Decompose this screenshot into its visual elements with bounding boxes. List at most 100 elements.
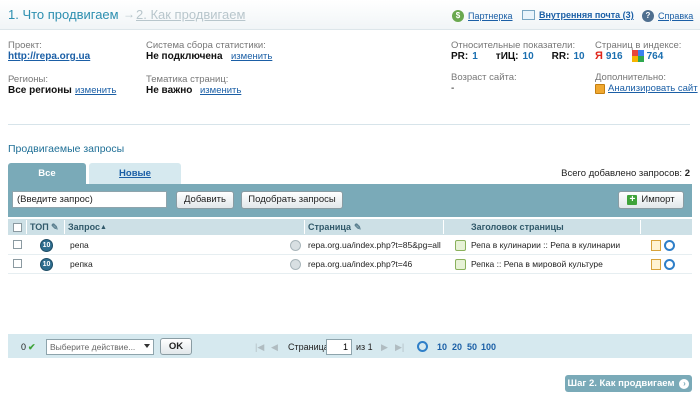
check-icon [455, 259, 466, 270]
extra-label: Дополнительно: [595, 72, 667, 83]
refresh-icon[interactable] [664, 259, 675, 270]
pr-label: PR: [451, 51, 469, 62]
first-page-icon[interactable]: |◀ [255, 342, 264, 353]
stats-value: Не подключена [146, 51, 223, 62]
section-title: Продвигаемые запросы [8, 143, 125, 155]
top-badge: 10 [40, 239, 53, 252]
analyze-link-group[interactable]: Анализировать сайт [595, 83, 698, 94]
row-checkbox[interactable] [13, 240, 22, 249]
globe-icon[interactable] [290, 240, 301, 251]
query-cell: репа [70, 240, 89, 250]
step-arrow-icon: → [123, 7, 135, 21]
column-separator [64, 220, 65, 234]
topic-change-link[interactable]: изменить [200, 85, 241, 96]
add-button[interactable]: Добавить [176, 191, 234, 209]
google-value: 764 [646, 50, 664, 62]
th-top[interactable]: ТОП [30, 222, 49, 232]
help-link[interactable]: Справка [658, 11, 693, 21]
next-step-label: Шаг 2. Как продвигаем [567, 378, 675, 389]
column-separator [443, 220, 444, 234]
total-value: 2 [684, 168, 690, 179]
check-icon: ✔ [28, 342, 36, 352]
help-icon: ? [642, 10, 654, 22]
yandex-value: 916 [605, 50, 623, 62]
pencil-icon[interactable]: ✎ [51, 222, 59, 233]
tic-label: тИЦ: [495, 51, 519, 62]
check-icon [455, 240, 466, 251]
page-size-option[interactable]: 20 [452, 342, 462, 352]
stats-change-link[interactable]: изменить [231, 51, 272, 62]
help-link-group[interactable]: ? Справка [642, 10, 693, 22]
column-separator [26, 220, 27, 234]
th-page[interactable]: Страница [308, 222, 351, 232]
top-badge: 10 [40, 258, 53, 271]
page-cell: repa.org.ua/index.php?t=85&pg=all [308, 240, 441, 250]
selected-count: 0 [21, 342, 27, 352]
regions-label: Регионы: [8, 74, 48, 85]
action-select[interactable]: Выберите действие... [46, 339, 154, 355]
next-page-icon[interactable]: ▶ [381, 342, 388, 353]
title-cell: Репка :: Репа в мировой культуре [471, 259, 603, 269]
stats-label: Система сбора статистики: [146, 40, 266, 51]
tab-new-queries[interactable]: Новые запросы [89, 163, 181, 200]
tab-all-queries[interactable]: Все запросы [8, 163, 86, 200]
arrow-right-icon: › [679, 378, 690, 389]
page-label: Страница [288, 342, 329, 352]
dollar-icon: $ [452, 10, 464, 22]
topic-value: Не важно [146, 85, 193, 96]
pr-value: 1 [472, 51, 478, 62]
th-title: Заголовок страницы [471, 222, 564, 232]
total-label: Всего добавлено запросов: [561, 168, 683, 179]
refresh-icon[interactable] [417, 341, 428, 352]
age-value: - [451, 83, 455, 94]
index-values: Я 916 764 [595, 50, 663, 62]
column-separator [304, 220, 305, 234]
analyze-icon [595, 83, 605, 94]
sort-asc-icon: ▲ [100, 224, 107, 231]
row-checkbox[interactable] [13, 259, 22, 268]
query-input[interactable] [12, 191, 167, 208]
report-icon[interactable] [651, 240, 661, 251]
th-query[interactable]: Запрос [68, 222, 100, 232]
pencil-icon[interactable]: ✎ [354, 222, 362, 233]
rr-value: 10 [573, 51, 585, 62]
query-cell: репка [70, 259, 93, 269]
page-size-option[interactable]: 10 [437, 342, 447, 352]
plus-icon: + [627, 195, 638, 205]
page-cell: repa.org.ua/index.php?t=46 [308, 259, 413, 269]
import-label: Импорт [641, 194, 675, 205]
prev-page-icon[interactable]: ◀ [271, 342, 278, 353]
project-url[interactable]: http://repa.org.ua [8, 51, 90, 62]
mail-icon [522, 10, 535, 20]
next-step-button[interactable]: Шаг 2. Как продвигаем › [565, 375, 692, 392]
topic-label: Тематика страниц: [146, 74, 229, 85]
title-cell: Репа в кулинарии :: Репа в кулинарии [471, 240, 621, 250]
google-icon [631, 50, 644, 62]
page-size-option[interactable]: 100 [481, 342, 496, 352]
step-1-title: 1. Что продвигаем [8, 7, 119, 22]
step-2-link[interactable]: 2. Как продвигаем [136, 7, 245, 22]
mail-link-group[interactable]: Внутренняя почта (3) [522, 10, 634, 20]
select-all-checkbox[interactable] [13, 223, 22, 232]
yandex-icon: Я [595, 50, 603, 62]
pick-queries-button[interactable]: Подобрать запросы [241, 191, 343, 209]
relative-label: Относительные показатели: [451, 40, 576, 51]
report-icon[interactable] [651, 259, 661, 270]
analyze-site-link[interactable]: Анализировать сайт [608, 83, 698, 94]
refresh-icon[interactable] [664, 240, 675, 251]
partner-link-group[interactable]: $ Партнерка [452, 10, 513, 22]
partner-link[interactable]: Партнерка [468, 11, 513, 21]
regions-change-link[interactable]: изменить [75, 85, 116, 96]
page-size-option[interactable]: 50 [467, 342, 477, 352]
globe-icon[interactable] [290, 259, 301, 270]
tic-value: 10 [522, 51, 534, 62]
page-number-input[interactable] [326, 339, 352, 355]
last-page-icon[interactable]: ▶| [395, 342, 404, 353]
age-label: Возраст сайта: [451, 72, 517, 83]
project-label: Проект: [8, 40, 42, 51]
regions-value: Все регионы [8, 85, 72, 96]
import-button[interactable]: + Импорт [618, 191, 684, 209]
mail-link[interactable]: Внутренняя почта (3) [539, 10, 634, 20]
ok-button[interactable]: OK [160, 338, 192, 355]
page-of-label: из 1 [356, 342, 373, 352]
